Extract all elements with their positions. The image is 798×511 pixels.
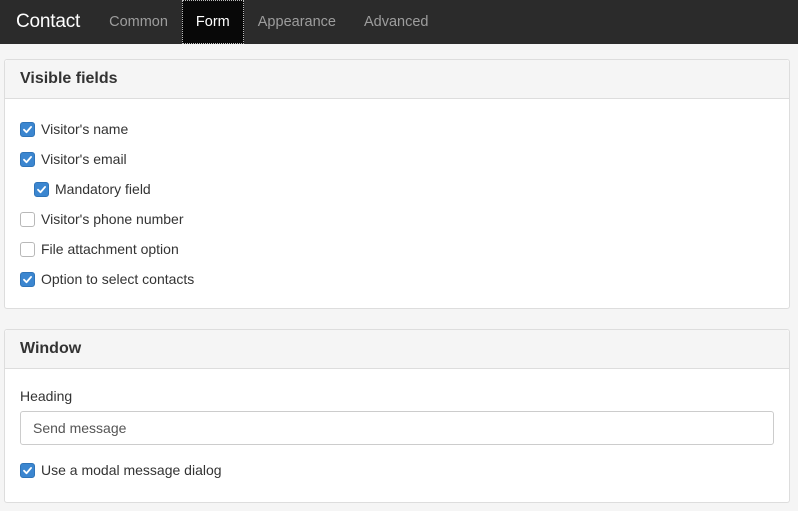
visitor-email-label: Visitor's email [41,151,127,167]
tab-advanced[interactable]: Advanced [350,0,443,44]
option-modal-dialog[interactable]: Use a modal message dialog [20,455,774,485]
checkmark-icon [23,275,32,283]
mandatory-field-checkbox[interactable] [34,181,49,197]
checkmark-icon [23,155,32,163]
visible-fields-panel: Visible fields Visitor's name Visitor's … [4,59,790,309]
option-phone-number[interactable]: Visitor's phone number [20,204,774,234]
modal-dialog-checkbox[interactable] [20,462,35,478]
window-panel: Window Heading Use a modal message dialo… [4,329,790,503]
visible-fields-title: Visible fields [5,60,789,99]
checkmark-icon [37,185,46,193]
heading-input[interactable] [20,411,774,445]
select-contacts-label: Option to select contacts [41,271,195,287]
app-brand: Contact [16,11,81,32]
option-select-contacts[interactable]: Option to select contacts [20,264,774,294]
tab-form[interactable]: Form [181,0,244,44]
visitor-name-label: Visitor's name [41,121,129,137]
phone-number-label: Visitor's phone number [41,211,184,227]
window-body: Heading Use a modal message dialog [5,369,789,485]
phone-number-checkbox[interactable] [20,211,35,227]
option-visitor-email[interactable]: Visitor's email [20,144,774,174]
heading-label: Heading [20,388,73,404]
tab-common[interactable]: Common [95,0,182,44]
top-navbar: Contact Common Form Appearance Advanced [0,0,798,44]
option-visitor-name[interactable]: Visitor's name [20,114,774,144]
checkmark-icon [23,125,32,133]
file-attachment-checkbox[interactable] [20,241,35,257]
visible-fields-list: Visitor's name Visitor's email Mandatory… [5,99,789,294]
option-mandatory-field[interactable]: Mandatory field [20,174,774,204]
mandatory-field-label: Mandatory field [55,181,151,197]
tab-appearance[interactable]: Appearance [244,0,350,44]
file-attachment-label: File attachment option [41,241,179,257]
modal-dialog-label: Use a modal message dialog [41,462,222,478]
visitor-email-checkbox[interactable] [20,151,35,167]
checkmark-icon [23,466,32,474]
visitor-name-checkbox[interactable] [20,121,35,137]
window-title: Window [5,330,789,369]
option-file-attachment[interactable]: File attachment option [20,234,774,264]
select-contacts-checkbox[interactable] [20,271,35,287]
